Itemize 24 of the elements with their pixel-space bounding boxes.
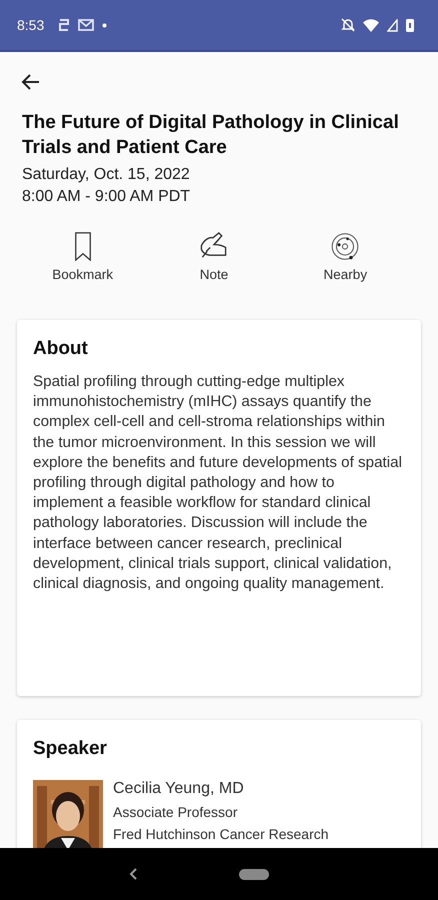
home-pill[interactable] <box>239 868 269 880</box>
session-date: Saturday, Oct. 15, 2022 <box>22 165 191 185</box>
muted-bell-icon <box>341 18 355 32</box>
speaker-organization: Fred Hutchinson Cancer Research <box>113 826 329 842</box>
mail-notification-icon <box>78 18 94 32</box>
wifi-icon <box>363 18 379 32</box>
bookmark-icon[interactable] <box>72 232 93 261</box>
signal-icon <box>387 18 398 32</box>
action-label[interactable]: Note <box>200 267 228 282</box>
session-time: 8:00 AM - 9:00 AM PDT <box>22 187 192 207</box>
battery-icon <box>406 18 414 32</box>
action-label[interactable]: Nearby <box>324 267 368 282</box>
back-nav-icon[interactable] <box>129 867 139 881</box>
about-text: Spatial profiling through cutting-edge multiplex immunohistochemistry (mIHC) assays quantify the complex cell-cell and cell-stroma relationships within the tumor microenvironment. In this session we will explore the benefits and future developments of spatial profiling through digital pathology and how to implement a feasible workflow for standard clinical pathology laboratories. Discussion will include the interface between cancer research, preclinical development, clinical trials support, clinical validation, clinical diagnosis, and ongoing quality management. <box>33 372 403 594</box>
app-notification-icon <box>58 18 70 32</box>
session-title: The Future of Digital Pathology in Clinical Trials and Patient Care <box>22 111 400 160</box>
speaker-role: Associate Professor <box>113 804 238 820</box>
speaker-heading: Speaker <box>33 738 108 760</box>
back-arrow-icon[interactable] <box>21 72 41 92</box>
speaker-name: Cecilia Yeung, MD <box>113 780 245 798</box>
dot-icon <box>102 22 108 28</box>
about-heading: About <box>33 338 89 360</box>
status-time: 8:53 <box>17 17 44 33</box>
action-label[interactable]: Bookmark <box>52 267 114 282</box>
